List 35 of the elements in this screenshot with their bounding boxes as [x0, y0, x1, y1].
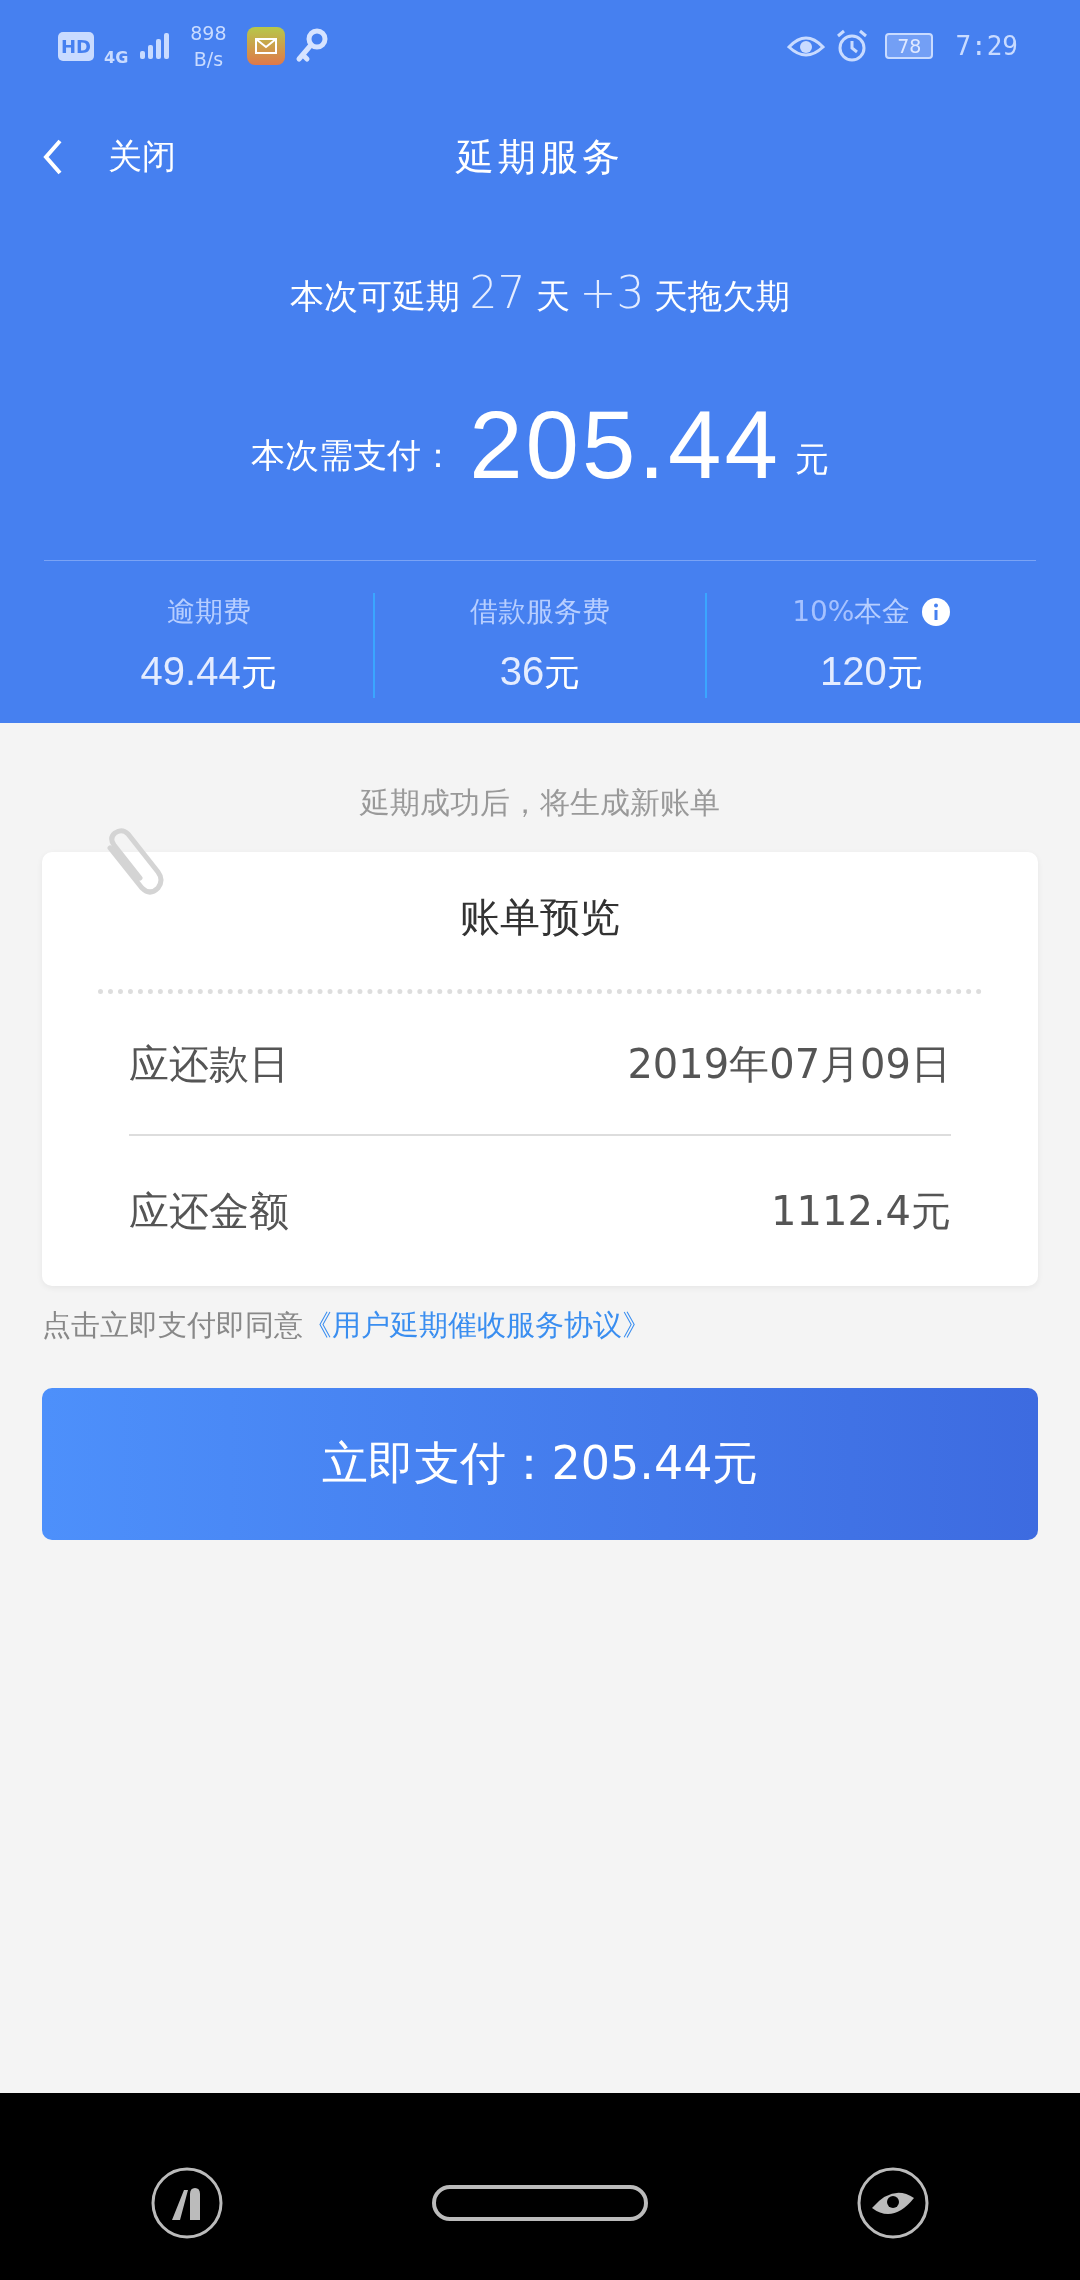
status-time: 7:29: [955, 31, 1018, 61]
row-label: 应还款日: [129, 1039, 289, 1089]
fee-value: 36元: [499, 649, 581, 695]
card-title: 账单预览: [460, 893, 620, 942]
payment-label: 本次需支付：: [251, 434, 456, 477]
network-label: 4G: [104, 48, 129, 67]
hd-badge: HD: [58, 31, 94, 61]
fee-value: 120元: [819, 649, 923, 695]
info-note: 延期成功后，将生成新账单: [359, 784, 721, 822]
mail-icon: [246, 27, 285, 65]
speed-value: 898: [190, 21, 227, 46]
eye-symbol-icon[interactable]: [856, 2165, 930, 2240]
fee-label: 逾期费: [166, 594, 251, 630]
info-icon[interactable]: [922, 598, 951, 626]
back-button[interactable]: 关闭: [42, 134, 176, 180]
back-icon: [42, 137, 64, 177]
home-pill[interactable]: [432, 2184, 648, 2221]
fee-label: 10%本金: [792, 594, 911, 630]
payment-unit: 元: [794, 438, 829, 481]
row-value: 2019年07月09日: [627, 1039, 951, 1089]
pay-button[interactable]: 立即支付：205.44元: [42, 1388, 1038, 1540]
row-label: 应还金额: [129, 1186, 289, 1236]
page-title: 延期服务: [456, 133, 624, 181]
battery-level: 78: [885, 33, 934, 59]
fee-value: 49.44元: [140, 649, 277, 695]
row-value: 1112.4元: [771, 1186, 951, 1236]
extension-summary: 本次可延期 27 天 +3 天拖欠期: [288, 267, 792, 320]
agreement-text: 点击立即支付即同意: [42, 1308, 303, 1342]
speed-unit: B/s: [193, 47, 224, 72]
alarm-icon: [835, 29, 870, 63]
key-icon: [294, 28, 329, 64]
fee-label: 借款服务费: [470, 594, 610, 630]
payment-amount: 205.44: [469, 390, 781, 500]
agreement-link[interactable]: 《用户延期催收服务协议》: [303, 1308, 651, 1342]
assistant-icon[interactable]: [150, 2165, 224, 2240]
